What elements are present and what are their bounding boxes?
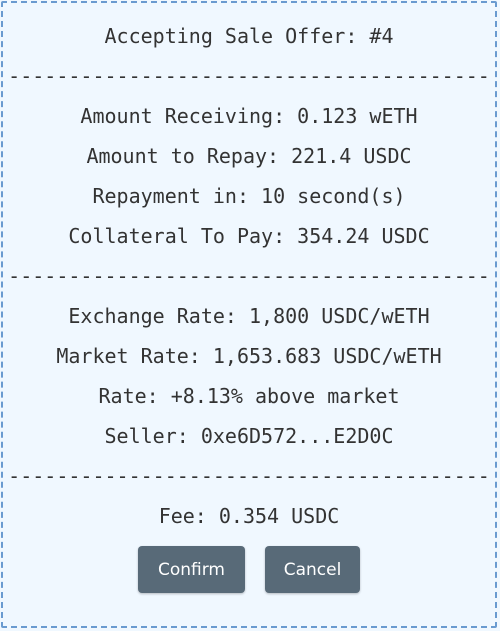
confirm-button[interactable]: Confirm [138,546,245,593]
separator-3: ---------------------------------------- [8,464,490,488]
seller-address: Seller: 0xe6D572...E2D0C [104,424,394,448]
separator-2: ---------------------------------------- [8,264,490,288]
amount-receiving: Amount Receiving: 0.123 wETH [80,104,418,128]
fee: Fee: 0.354 USDC [158,504,340,528]
amount-to-repay: Amount to Repay: 221.4 USDC [86,144,412,168]
repayment-in: Repayment in: 10 second(s) [92,184,406,208]
sale-offer-dialog: Accepting Sale Offer: #4 ---------------… [1,1,497,628]
exchange-rate: Exchange Rate: 1,800 USDC/wETH [68,304,430,328]
cancel-button[interactable]: Cancel [265,546,360,593]
rate-difference: Rate: +8.13% above market [98,384,400,408]
separator-1: ---------------------------------------- [8,64,490,88]
dialog-title: Accepting Sale Offer: #4 [104,24,394,48]
collateral-to-pay: Collateral To Pay: 354.24 USDC [68,224,430,248]
market-rate: Market Rate: 1,653.683 USDC/wETH [56,344,442,368]
